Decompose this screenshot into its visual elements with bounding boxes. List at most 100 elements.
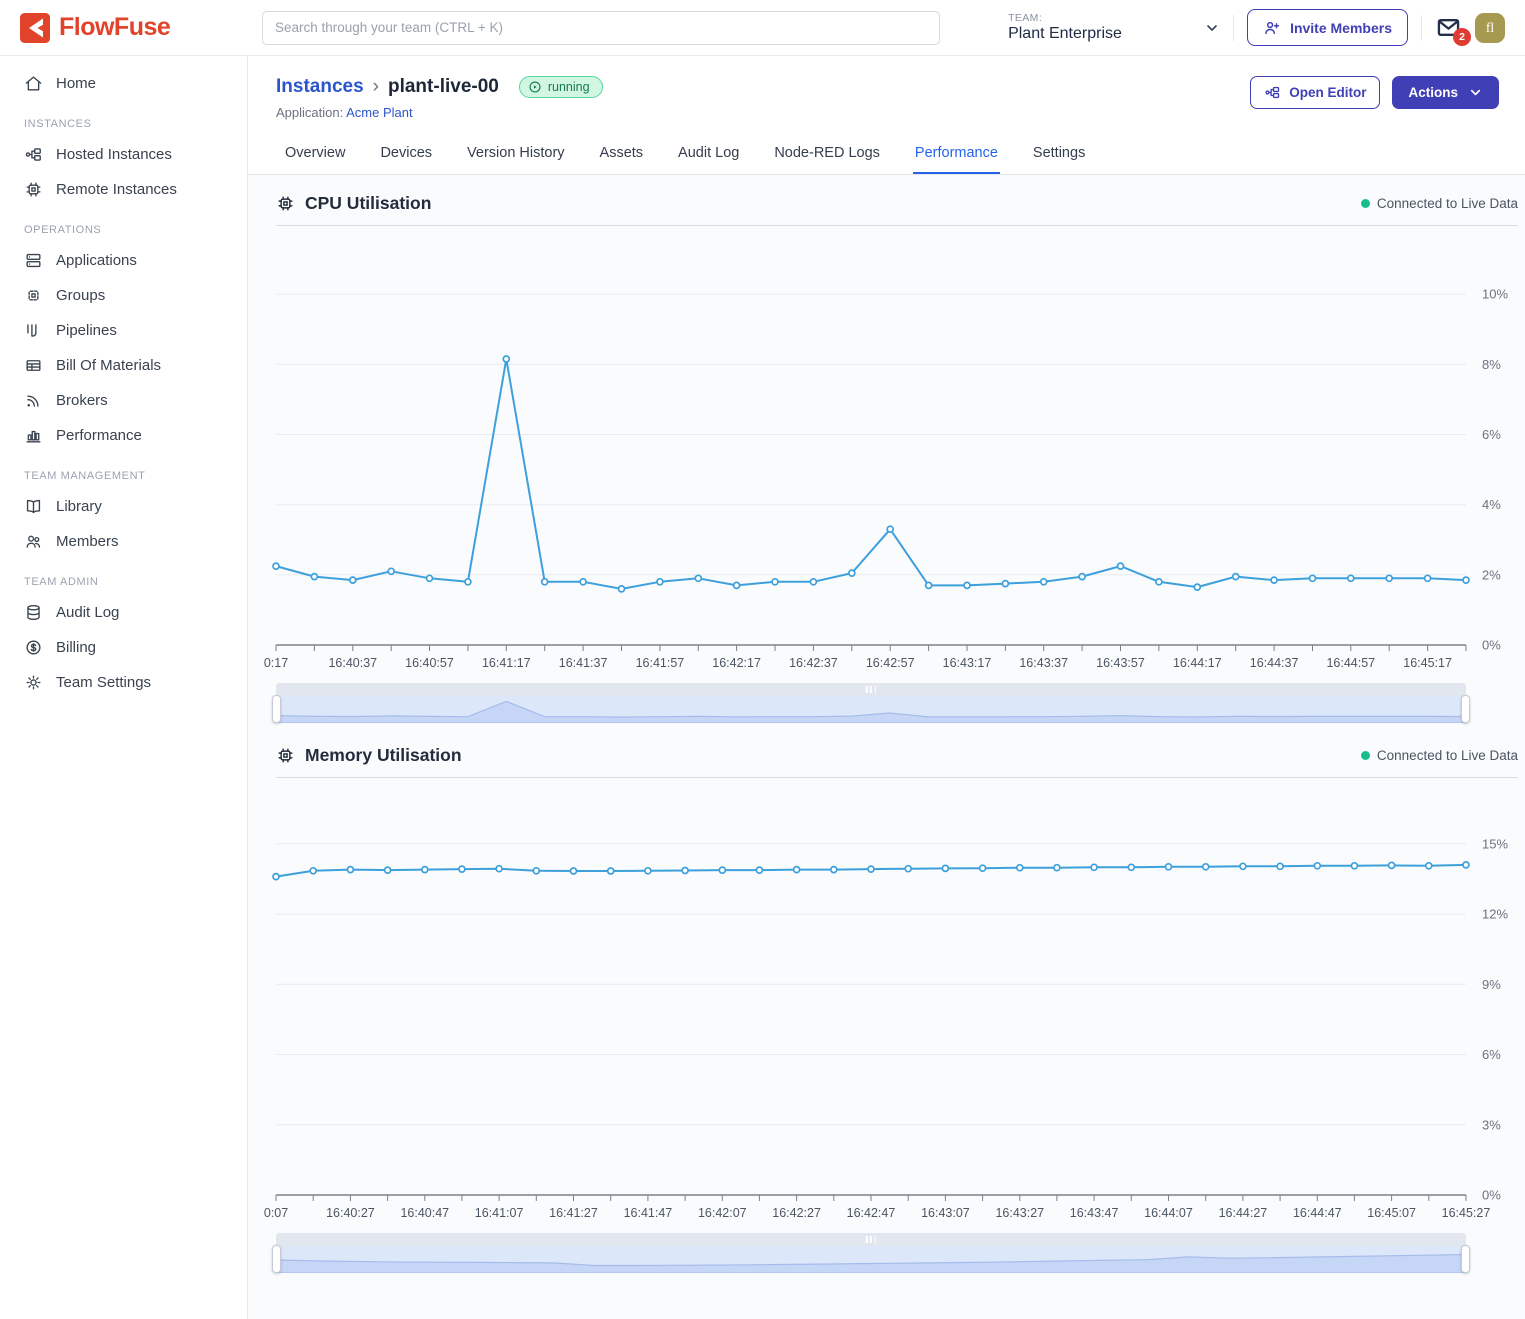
sidebar-item-pipelines[interactable]: Pipelines <box>0 313 247 348</box>
invite-members-label: Invite Members <box>1290 20 1392 36</box>
sidebar-item-hosted-instances[interactable]: Hosted Instances <box>0 137 247 172</box>
svg-text:6%: 6% <box>1482 427 1501 442</box>
memory-chart: 15%12%9%6%3%0%0:0716:40:2716:40:4716:41:… <box>276 790 1525 1225</box>
navigator-handle-left[interactable] <box>272 695 281 723</box>
instance-name: plant-live-00 <box>388 76 499 98</box>
node-editor-icon <box>1264 84 1281 101</box>
sidebar-item-library[interactable]: Library <box>0 489 247 524</box>
svg-text:12%: 12% <box>1482 907 1508 922</box>
tab-settings[interactable]: Settings <box>1031 136 1087 174</box>
tab-bar: Overview Devices Version History Assets Audi… <box>248 136 1525 175</box>
sidebar: HomeINSTANCESHosted InstancesRemote Inst… <box>0 56 248 1319</box>
tab-overview[interactable]: Overview <box>283 136 347 174</box>
sidebar-item-home[interactable]: Home <box>0 66 247 101</box>
sidebar-item-team-settings[interactable]: Team Settings <box>0 665 247 700</box>
application-link[interactable]: Acme Plant <box>346 105 412 120</box>
navigator-handle-right[interactable] <box>1461 695 1470 723</box>
performance-icon <box>24 426 43 445</box>
invite-members-button[interactable]: Invite Members <box>1247 9 1408 46</box>
sidebar-item-audit-log[interactable]: Audit Log <box>0 595 247 630</box>
search-input[interactable] <box>262 11 940 45</box>
sidebar-item-label: Team Settings <box>56 674 151 691</box>
breadcrumb-separator: › <box>373 76 379 98</box>
sidebar-item-brokers[interactable]: Brokers <box>0 383 247 418</box>
tab-performance[interactable]: Performance <box>913 136 1000 174</box>
memory-chart-navigator[interactable] <box>276 1233 1466 1273</box>
top-bar: FlowFuse TEAM: Plant Enterprise Invite M… <box>0 0 1525 56</box>
navigator-area[interactable] <box>276 1246 1466 1273</box>
tab-assets[interactable]: Assets <box>598 136 646 174</box>
svg-text:16:43:47: 16:43:47 <box>1070 1206 1119 1220</box>
cpu-section-header: CPU Utilisation Connected to Live Data <box>276 187 1518 226</box>
team-settings-icon <box>24 673 43 692</box>
play-circle-icon <box>528 80 542 94</box>
applications-icon <box>24 251 43 270</box>
drag-grip-icon[interactable] <box>866 1236 876 1243</box>
sidebar-item-groups[interactable]: Groups <box>0 278 247 313</box>
open-editor-button[interactable]: Open Editor <box>1250 76 1380 109</box>
svg-text:15%: 15% <box>1482 836 1508 851</box>
members-icon <box>24 532 43 551</box>
sidebar-item-members[interactable]: Members <box>0 524 247 559</box>
team-selector[interactable]: TEAM: Plant Enterprise <box>1008 12 1220 44</box>
svg-text:16:41:47: 16:41:47 <box>624 1206 673 1220</box>
notification-count-badge: 2 <box>1453 28 1471 46</box>
svg-text:16:41:07: 16:41:07 <box>475 1206 524 1220</box>
navigator-area[interactable] <box>276 696 1466 723</box>
cpu-chart-navigator[interactable] <box>276 683 1466 723</box>
svg-text:16:40:37: 16:40:37 <box>328 656 377 670</box>
page-header: Instances › plant-live-00 running Applic… <box>248 56 1525 120</box>
navigator-strip[interactable] <box>276 683 1466 696</box>
breadcrumb-instances-link[interactable]: Instances <box>276 76 364 98</box>
svg-text:16:44:07: 16:44:07 <box>1144 1206 1193 1220</box>
svg-text:0%: 0% <box>1482 638 1501 653</box>
actions-button[interactable]: Actions <box>1392 76 1499 109</box>
divider <box>1233 15 1234 41</box>
svg-text:16:44:47: 16:44:47 <box>1293 1206 1342 1220</box>
cpu-section-title: CPU Utilisation <box>305 193 431 214</box>
svg-text:2%: 2% <box>1482 567 1501 582</box>
svg-text:16:42:47: 16:42:47 <box>847 1206 896 1220</box>
chart-canvas: 15%12%9%6%3%0%0:0716:40:2716:40:4716:41:… <box>276 790 1518 1225</box>
memory-section-header: Memory Utilisation Connected to Live Dat… <box>276 739 1518 778</box>
svg-text:16:43:37: 16:43:37 <box>1019 656 1068 670</box>
svg-text:16:41:17: 16:41:17 <box>482 656 531 670</box>
memory-live-status-label: Connected to Live Data <box>1377 748 1518 763</box>
sidebar-item-bill-of-materials[interactable]: Bill Of Materials <box>0 348 247 383</box>
sidebar-item-performance[interactable]: Performance <box>0 418 247 453</box>
team-selector-texts: TEAM: Plant Enterprise <box>1008 12 1122 44</box>
status-badge-label: running <box>548 80 590 94</box>
brand-text: FlowFuse <box>59 13 170 42</box>
sidebar-item-label: Performance <box>56 427 142 444</box>
tab-version-history[interactable]: Version History <box>465 136 567 174</box>
tab-devices[interactable]: Devices <box>378 136 434 174</box>
svg-text:16:41:27: 16:41:27 <box>549 1206 598 1220</box>
sidebar-item-label: Brokers <box>56 392 108 409</box>
svg-text:16:43:07: 16:43:07 <box>921 1206 970 1220</box>
sidebar-item-remote-instances[interactable]: Remote Instances <box>0 172 247 207</box>
svg-text:6%: 6% <box>1482 1047 1501 1062</box>
sidebar-item-applications[interactable]: Applications <box>0 243 247 278</box>
drag-grip-icon[interactable] <box>866 686 876 693</box>
memory-live-status: Connected to Live Data <box>1361 748 1518 763</box>
flowfuse-logo[interactable]: FlowFuse <box>0 13 248 43</box>
svg-text:16:42:57: 16:42:57 <box>866 656 915 670</box>
notifications-button[interactable]: 2 <box>1435 14 1462 41</box>
tab-audit-log[interactable]: Audit Log <box>676 136 741 174</box>
live-dot-icon <box>1361 751 1370 760</box>
navigator-strip[interactable] <box>276 1233 1466 1246</box>
svg-text:10%: 10% <box>1482 287 1508 302</box>
user-avatar[interactable]: fl <box>1475 13 1505 43</box>
navigator-handle-left[interactable] <box>272 1245 281 1273</box>
svg-text:16:44:17: 16:44:17 <box>1173 656 1222 670</box>
live-dot-icon <box>1361 199 1370 208</box>
cpu-chip-icon <box>276 194 295 213</box>
svg-text:0:07: 0:07 <box>264 1206 288 1220</box>
series-line <box>276 359 1466 589</box>
svg-text:16:40:47: 16:40:47 <box>400 1206 449 1220</box>
sidebar-item-billing[interactable]: Billing <box>0 630 247 665</box>
navigator-handle-right[interactable] <box>1461 1245 1470 1273</box>
groups-icon <box>24 286 43 305</box>
tab-node-red-logs[interactable]: Node-RED Logs <box>772 136 882 174</box>
breadcrumb: Instances › plant-live-00 running <box>276 76 603 98</box>
